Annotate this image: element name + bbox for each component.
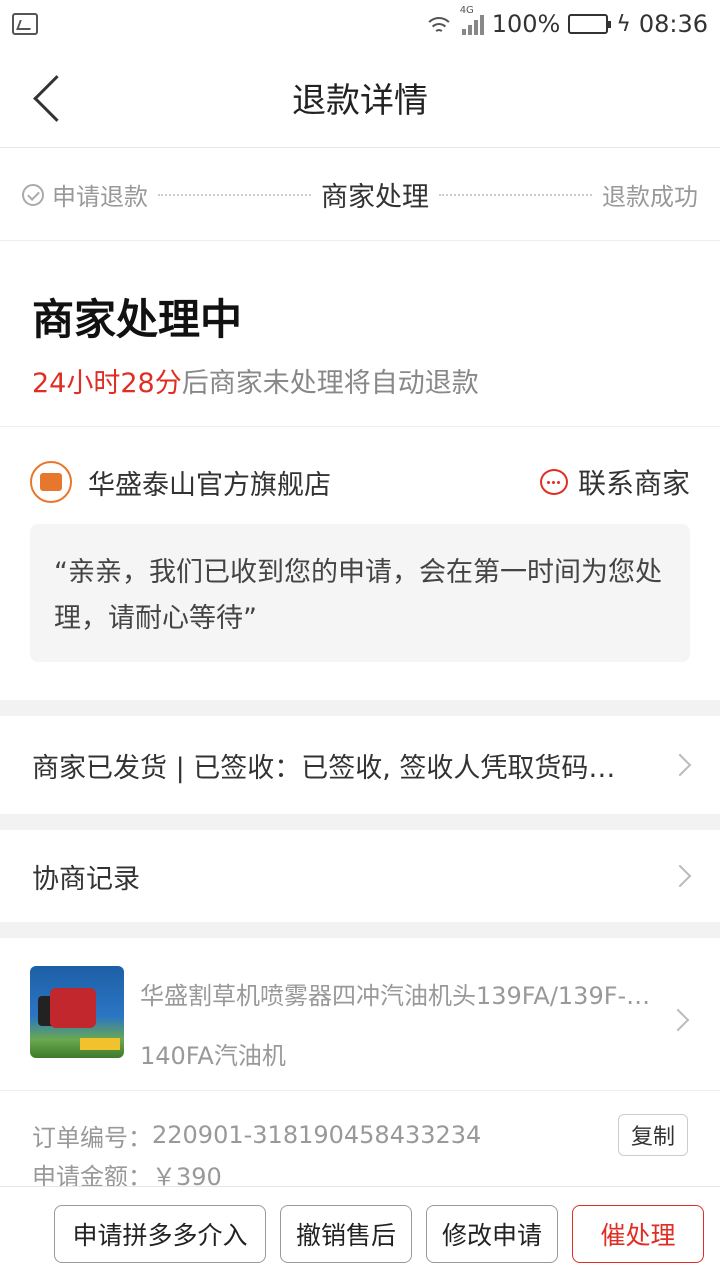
step-merchant-processing: 商家处理: [321, 175, 429, 214]
step-apply: 申请退款: [22, 177, 148, 212]
store-logo[interactable]: [30, 461, 72, 503]
step-connector: [158, 193, 311, 196]
status-bar-right: 4G 100% ϟ 08:36: [423, 5, 708, 38]
order-number-label: 订单编号：: [32, 1123, 152, 1152]
cancel-after-sale-button[interactable]: 撤销售后: [280, 1204, 412, 1263]
refund-status-block: 商家处理中 24小时28分后商家未处理将自动退款: [0, 242, 720, 427]
urge-processing-button[interactable]: 催处理: [572, 1204, 704, 1263]
battery-percent: 100%: [491, 10, 561, 38]
countdown-suffix: 后商家未处理将自动退款: [181, 368, 479, 399]
page-title: 退款详情: [292, 81, 428, 121]
negotiation-record-label: 协商记录: [32, 863, 140, 895]
bottom-action-bar: 申请拼多多介入 撤销售后 修改申请 催处理: [0, 1186, 720, 1280]
cellular-signal-icon: 4G: [460, 5, 484, 35]
status-title: 商家处理中: [32, 295, 243, 344]
negotiation-record-row[interactable]: 协商记录: [0, 830, 720, 922]
logistics-row[interactable]: 商家已发货 | 已签收：已签收, 签收人凭取货码…: [0, 716, 720, 814]
check-circle-icon: [22, 183, 44, 206]
network-type-label: 4G: [459, 5, 474, 16]
logistics-text: 商家已发货 | 已签收：已签收, 签收人凭取货码…: [32, 752, 616, 784]
wifi-icon: [423, 13, 454, 35]
order-number: 220901-318190458433234: [152, 1121, 482, 1149]
countdown-time: 24小时28分: [32, 368, 182, 399]
chat-bubble-icon: [539, 469, 568, 495]
product-title-line1: 华盛割草机喷雾器四冲汽油机头139FA/139F-…: [140, 982, 651, 1010]
navigation-bar: 退款详情: [0, 48, 720, 148]
modify-request-button[interactable]: 修改申请: [426, 1204, 558, 1263]
refund-amount-label: 申请金额：: [32, 1163, 152, 1186]
step-apply-label: 申请退款: [52, 183, 148, 211]
store-name[interactable]: 华盛泰山官方旗舰店: [88, 463, 331, 502]
merchant-message: “亲亲，我们已收到您的申请，会在第一时间为您处理，请耐心等待”: [30, 524, 690, 662]
back-arrow-icon[interactable]: [30, 72, 70, 124]
refund-progress-steps: 申请退款 商家处理 退款成功: [0, 149, 720, 241]
request-platform-intervention-button[interactable]: 申请拼多多介入: [54, 1204, 266, 1263]
charging-icon: ϟ: [616, 11, 631, 37]
status-bar: 4G 100% ϟ 08:36: [0, 0, 720, 48]
step-connector: [439, 193, 592, 196]
order-info: 订单编号： 220901-318190458433234 复制 申请金额： ￥3…: [0, 1090, 720, 1186]
refund-amount: ￥390: [152, 1163, 222, 1186]
contact-merchant-button[interactable]: 联系商家: [539, 462, 690, 502]
battery-icon: [568, 14, 612, 34]
step-success-label: 退款成功: [602, 183, 698, 211]
step-merchant-label: 商家处理: [321, 182, 429, 213]
copy-order-number-button[interactable]: 复制: [617, 1114, 688, 1156]
refund-amount-row: 申请金额： ￥390: [32, 1157, 688, 1186]
chevron-right-icon: [668, 864, 692, 888]
store-header: 华盛泰山官方旗舰店 联系商家: [30, 456, 690, 508]
store-section: 华盛泰山官方旗舰店 联系商家 “亲亲，我们已收到您的申请，会在第一时间为您处理，…: [0, 428, 720, 700]
order-number-row: 订单编号： 220901-318190458433234 复制: [32, 1113, 688, 1157]
product-row[interactable]: 华盛割草机喷雾器四冲汽油机头139FA/139F-… 140FA汽油机: [0, 938, 720, 1088]
contact-merchant-label: 联系商家: [577, 467, 690, 500]
section-divider: [0, 922, 720, 938]
product-title-line2: 140FA汽油机: [140, 1042, 286, 1070]
product-title: 华盛割草机喷雾器四冲汽油机头139FA/139F-… 140FA汽油机: [140, 966, 690, 1088]
gallery-notification-icon: [12, 13, 38, 35]
chevron-right-icon: [668, 753, 692, 777]
product-thumbnail: [30, 966, 124, 1058]
step-refund-success: 退款成功: [602, 177, 698, 212]
clock: 08:36: [638, 10, 708, 38]
status-countdown-text: 24小时28分后商家未处理将自动退款: [32, 361, 688, 400]
section-divider: [0, 814, 720, 830]
section-divider: [0, 700, 720, 716]
